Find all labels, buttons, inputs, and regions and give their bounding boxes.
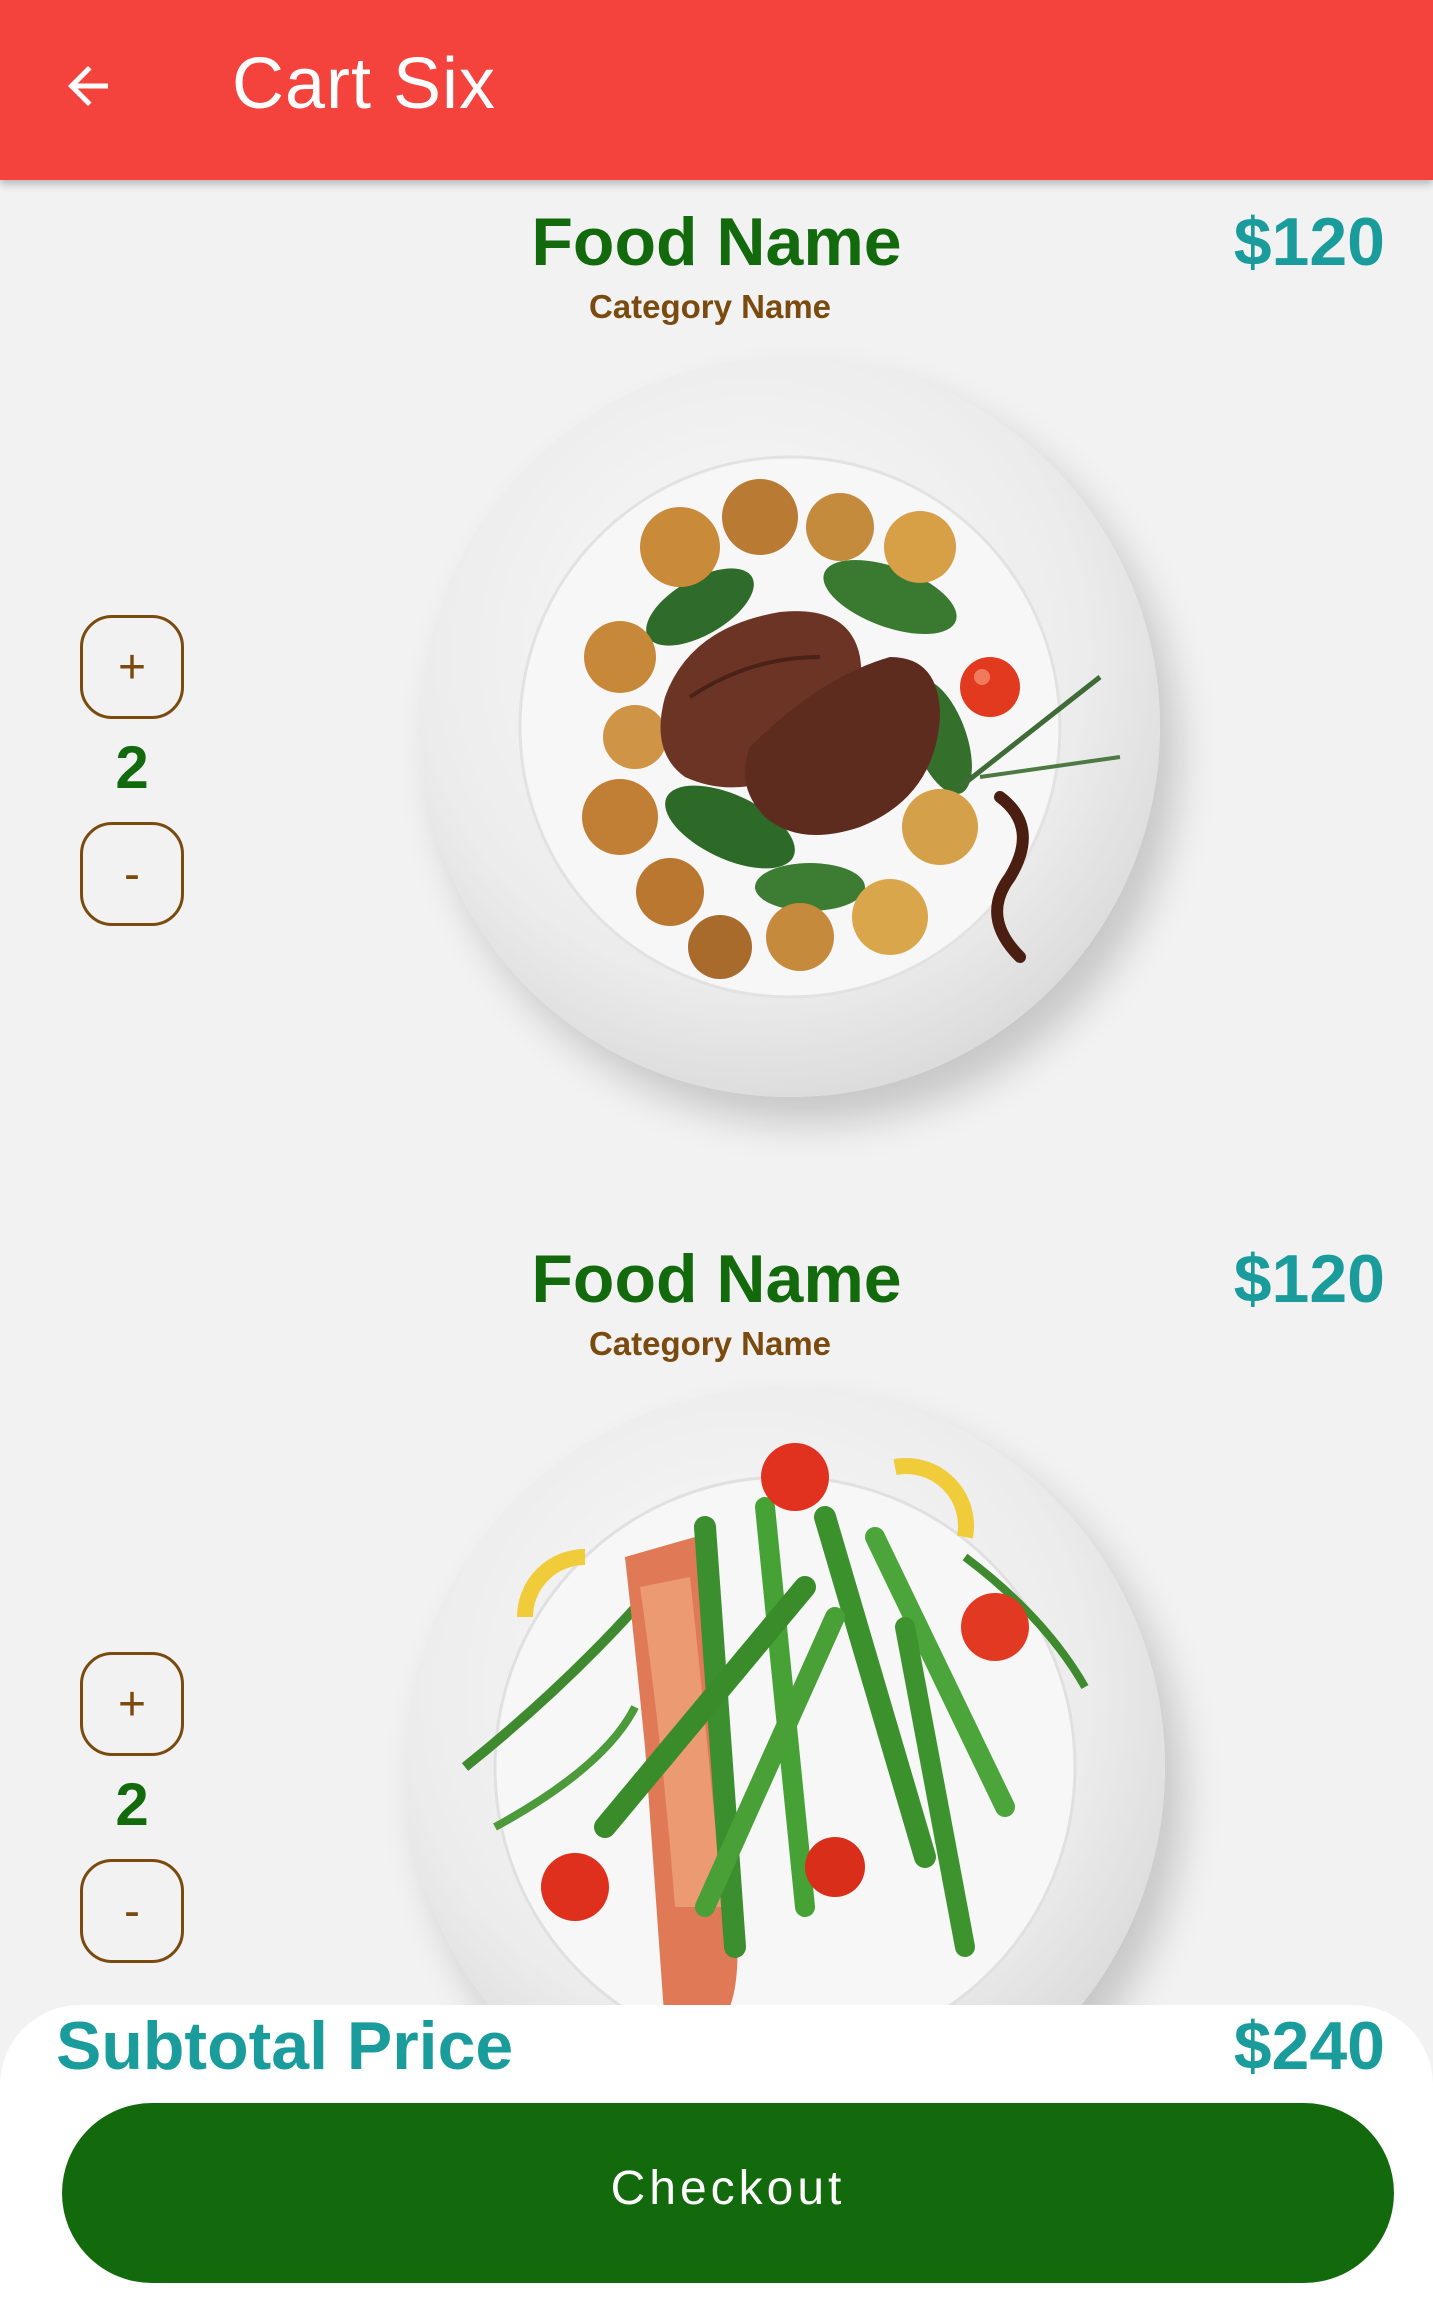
minus-icon: - — [124, 1884, 140, 1938]
cart-item: Food Name Category Name $120 + 2 - — [0, 185, 1433, 1185]
decrease-quantity-button[interactable]: - — [80, 822, 184, 926]
subtotal-value: $240 — [1233, 2008, 1385, 2084]
category-name: Category Name — [588, 1325, 832, 1362]
plus-icon: + — [117, 640, 147, 694]
quantity-value: 2 — [115, 734, 149, 801]
checkout-label: Checkout — [610, 2162, 846, 2215]
page-title: Cart Six — [232, 44, 497, 124]
increase-quantity-button[interactable]: + — [80, 615, 184, 719]
minus-icon: - — [124, 847, 140, 901]
item-price: $120 — [1233, 1241, 1385, 1317]
checkout-button[interactable]: Checkout — [62, 2103, 1394, 2283]
item-price: $120 — [1233, 204, 1385, 280]
decrease-quantity-button[interactable]: - — [80, 1859, 184, 1963]
quantity-value: 2 — [115, 1771, 149, 1838]
subtotal-label: Subtotal Price — [56, 2008, 514, 2084]
food-name: Food Name — [531, 204, 902, 280]
app-bar: Cart Six — [0, 0, 1433, 180]
plus-icon: + — [117, 1677, 147, 1731]
back-button[interactable] — [40, 40, 136, 136]
increase-quantity-button[interactable]: + — [80, 1652, 184, 1756]
food-name: Food Name — [531, 1241, 902, 1317]
arrow-left-icon — [58, 56, 118, 121]
category-name: Category Name — [588, 288, 832, 325]
steak-potatoes-plate-image — [420, 357, 1160, 1097]
